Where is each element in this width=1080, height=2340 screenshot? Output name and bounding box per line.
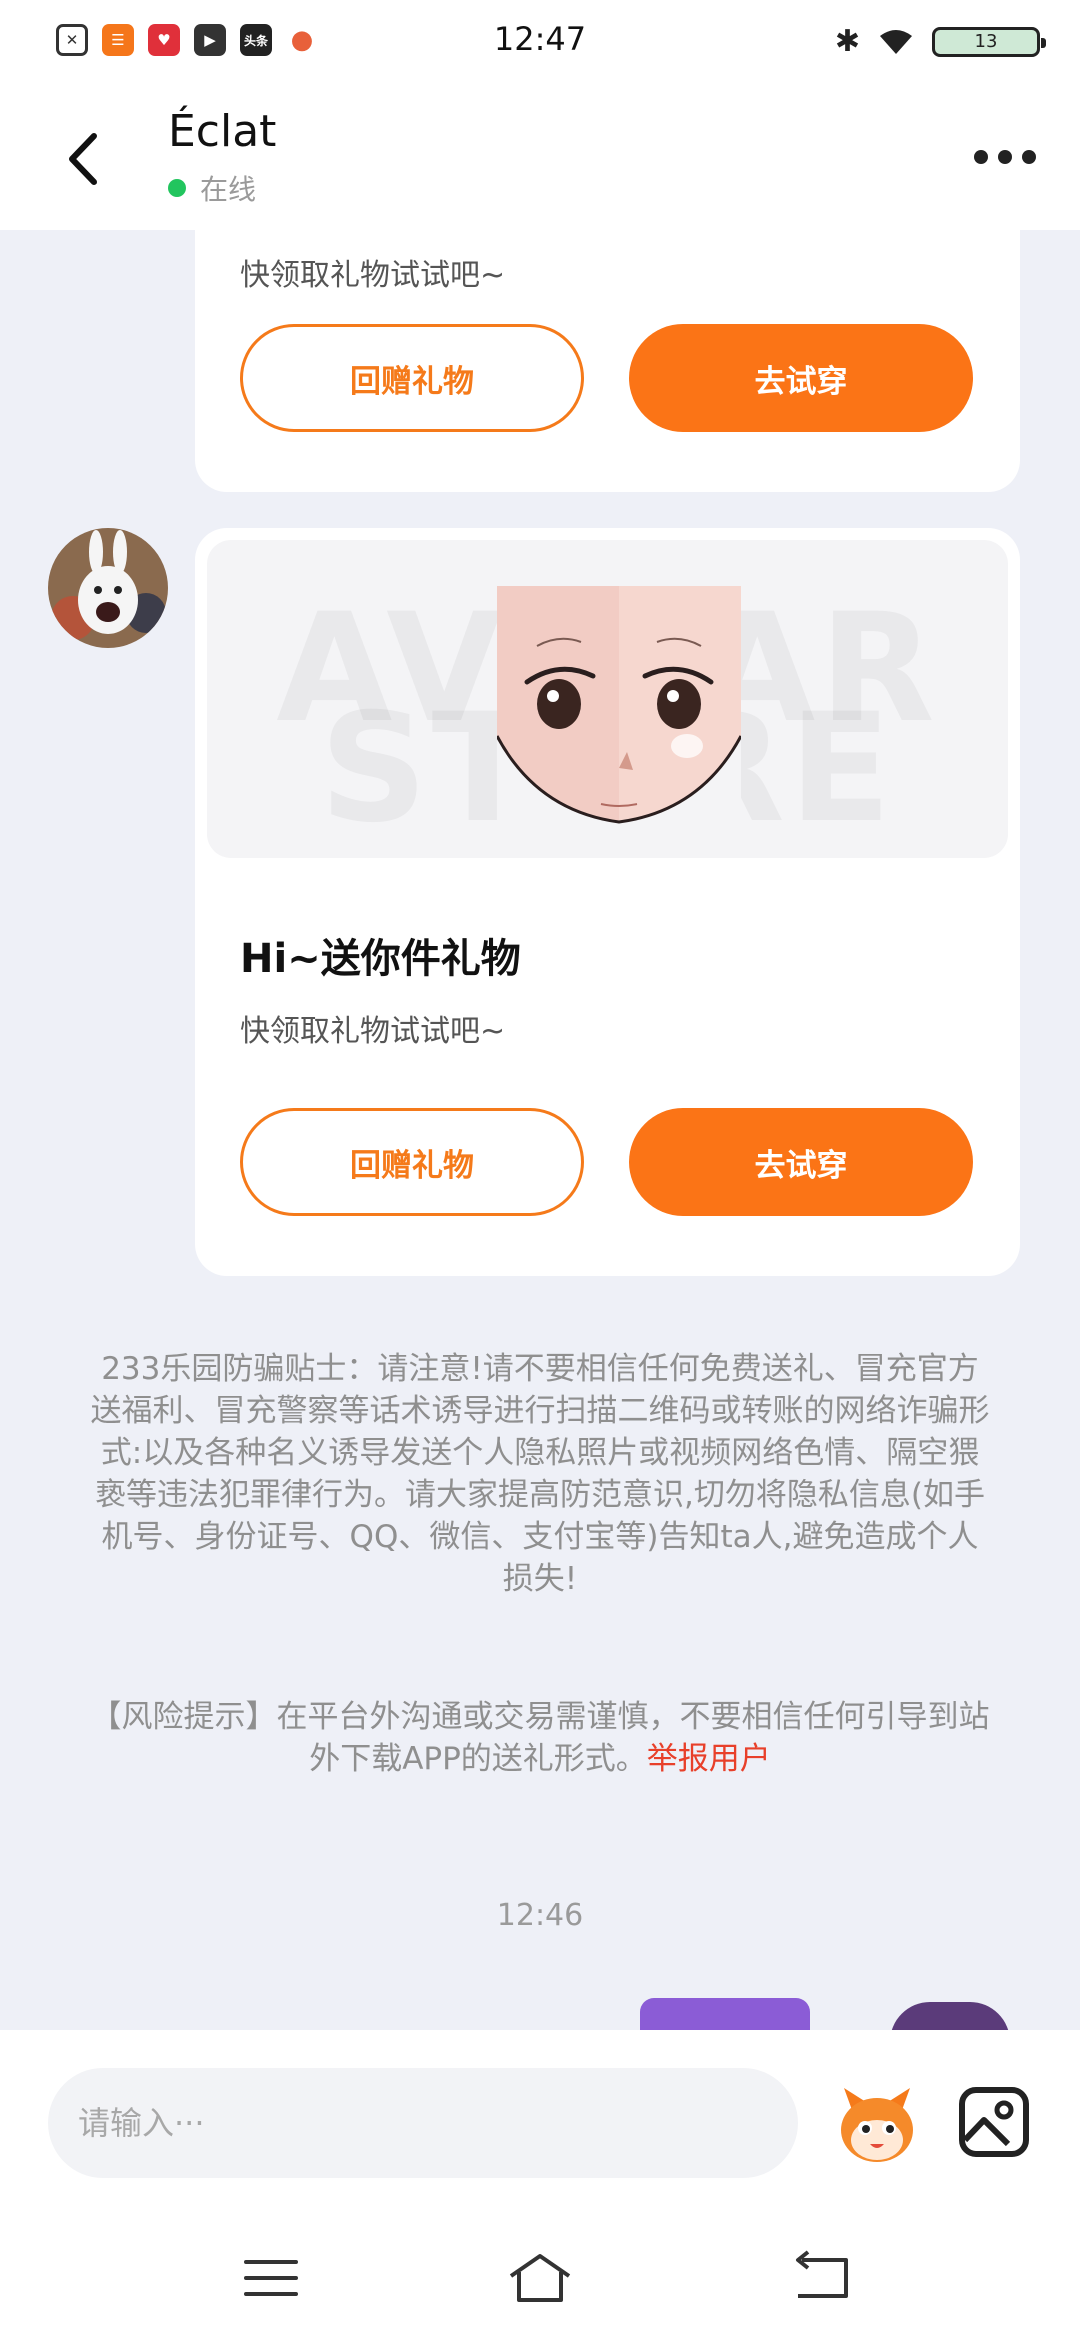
risk-warning-text: 【风险提示】在平台外沟通或交易需谨慎，不要相信任何引导到站外下载APP的送礼形式…	[90, 1699, 990, 1777]
dot-icon	[998, 150, 1012, 164]
sender-avatar[interactable]	[48, 528, 168, 648]
return-gift-button[interactable]: 回赠礼物	[240, 324, 584, 432]
message-timestamp: 12:46	[496, 1898, 584, 1933]
gift-title: Hi~送你件礼物	[240, 936, 521, 982]
bluetooth-icon: ✱	[834, 24, 860, 59]
risk-warning-notice: 【风险提示】在平台外沟通或交易需谨慎，不要相信任何引导到站外下载APP的送礼形式…	[90, 1696, 990, 1780]
gift-subtitle: 快领取礼物试试吧~	[240, 258, 506, 293]
try-on-button[interactable]: 去试穿	[629, 1108, 973, 1216]
partial-message-image	[640, 1998, 810, 2030]
online-status: 在线	[168, 168, 256, 208]
online-dot-icon	[168, 179, 186, 197]
battery-indicator: 13	[932, 26, 1046, 57]
try-on-button[interactable]: 去试穿	[629, 324, 973, 432]
status-bar: ✕ ☰ ♥ ▶ 头条 ● 12:47 ✱ 13	[0, 0, 1080, 84]
gift-preview[interactable]: AVATAR STORE	[207, 540, 1008, 858]
message-input[interactable]	[48, 2068, 798, 2178]
gift-message-card: 快领取礼物试试吧~ 回赠礼物 去试穿	[195, 230, 1020, 492]
dot-icon	[974, 150, 988, 164]
dot-icon	[1022, 150, 1036, 164]
battery-level: 13	[974, 31, 998, 52]
message-input-bar	[0, 2030, 1080, 2210]
back-button[interactable]	[58, 124, 108, 194]
partial-avatar	[890, 2002, 1010, 2030]
anti-fraud-notice: 233乐园防骗贴士：请注意!请不要相信任何免费送礼、冒充官方送福利、冒充警察等话…	[90, 1351, 990, 1597]
system-nav-bar	[0, 2210, 1080, 2340]
chat-messages[interactable]: 快领取礼物试试吧~ 回赠礼物 去试穿 AVATAR STORE	[0, 230, 1080, 2030]
menu-icon[interactable]	[236, 2248, 306, 2308]
avatar-face-image	[497, 586, 741, 830]
emoji-mascot-button[interactable]	[832, 2080, 922, 2170]
gift-subtitle: 快领取礼物试试吧~	[240, 1014, 506, 1049]
more-options-button[interactable]	[964, 140, 1046, 174]
gift-message-card: AVATAR STORE Hi~送你件礼物 快领取礼物试试吧~	[195, 528, 1020, 1276]
back-nav-icon[interactable]	[788, 2248, 858, 2308]
chat-header: Éclat 在线	[0, 84, 1080, 230]
report-user-link[interactable]: 举报用户	[647, 1741, 771, 1777]
rabbid-avatar-image	[48, 528, 168, 648]
contact-name: Éclat	[168, 106, 277, 157]
return-gift-button[interactable]: 回赠礼物	[240, 1108, 584, 1216]
online-status-label: 在线	[200, 173, 257, 206]
wifi-icon	[880, 29, 912, 54]
image-picker-button[interactable]	[956, 2084, 1032, 2160]
home-icon[interactable]	[505, 2248, 575, 2308]
